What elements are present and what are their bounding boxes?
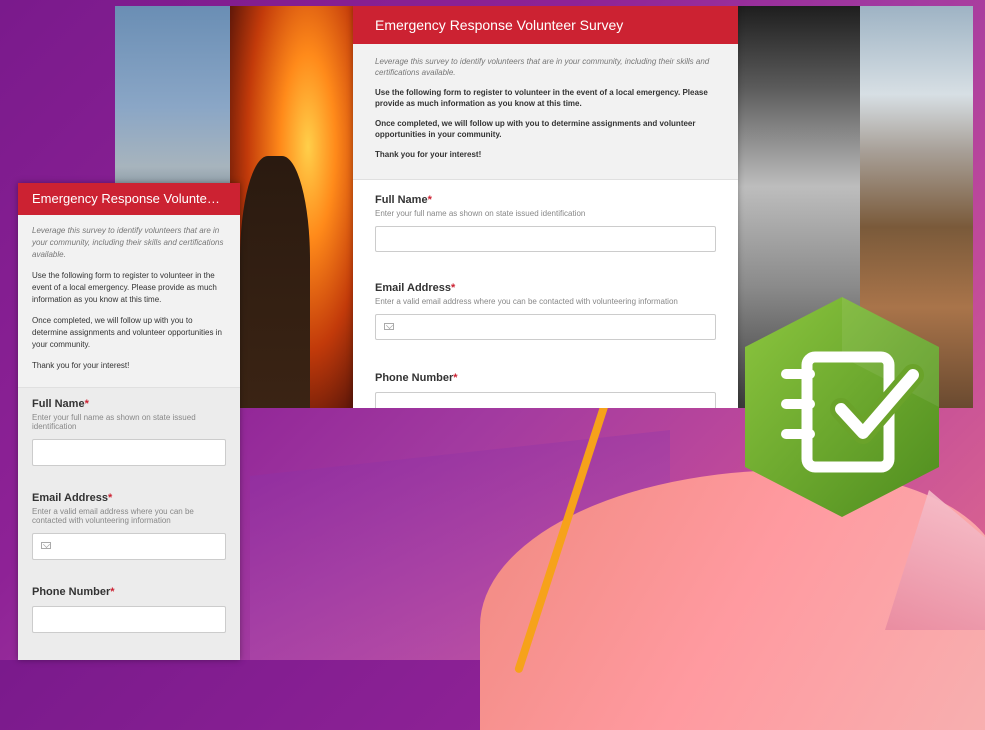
mail-icon (41, 542, 51, 549)
question-email-mobile: Email Address* Enter a valid email addre… (18, 474, 240, 568)
phone-input-mobile[interactable] (32, 606, 226, 633)
full-name-hint-mobile: Enter your full name as shown on state i… (32, 413, 196, 431)
intro-italic: Leverage this survey to identify volunte… (375, 57, 710, 77)
full-name-label: Full Name (375, 194, 428, 206)
mobile-screenshot: Emergency Response Volunteer Sur... Leve… (18, 183, 240, 660)
intro-text-1: Use the following form to register to vo… (375, 88, 708, 108)
email-label: Email Address (375, 282, 452, 294)
background-streak (513, 386, 615, 674)
phone-label-mobile: Phone Number (32, 586, 111, 598)
email-input-mobile[interactable] (32, 533, 226, 560)
survey-title-mobile: Emergency Response Volunteer Sur... (18, 183, 240, 215)
survey-intro: Leverage this survey to identify volunte… (353, 44, 738, 180)
question-phone-mobile: Phone Number* (18, 568, 240, 641)
intro-text-2: Once completed, we will follow up with y… (375, 119, 696, 139)
question-full-name-mobile: Full Name* Enter your full name as shown… (18, 388, 240, 474)
email-hint: Enter a valid email address where you ca… (375, 297, 678, 306)
required-marker: * (110, 586, 115, 598)
required-marker: * (108, 492, 113, 504)
question-full-name: Full Name* Enter your full name as shown… (353, 180, 738, 258)
question-phone: Phone Number* (353, 346, 738, 408)
email-input[interactable] (375, 314, 716, 340)
full-name-input-mobile[interactable] (32, 439, 226, 466)
full-name-input[interactable] (375, 226, 716, 252)
mail-icon (384, 323, 394, 330)
phone-input[interactable] (375, 392, 716, 408)
intro-text-1-mobile: Use the following form to register to vo… (32, 271, 217, 304)
intro-italic-mobile: Leverage this survey to identify volunte… (32, 226, 224, 259)
full-name-label-mobile: Full Name (32, 398, 85, 410)
survey-form: Emergency Response Volunteer Survey Leve… (353, 6, 738, 408)
survey123-logo-icon (745, 297, 939, 517)
background-shape (250, 430, 670, 660)
intro-text-3: Thank you for your interest! (375, 150, 482, 159)
required-marker: * (427, 194, 432, 206)
required-marker: * (453, 372, 458, 384)
email-label-mobile: Email Address (32, 492, 109, 504)
full-name-hint: Enter your full name as shown on state i… (375, 209, 586, 218)
intro-text-3-mobile: Thank you for your interest! (32, 361, 130, 370)
survey-title: Emergency Response Volunteer Survey (353, 6, 738, 44)
fire-photo (230, 6, 360, 408)
required-marker: * (84, 398, 89, 410)
phone-label: Phone Number (375, 372, 454, 384)
required-marker: * (451, 282, 456, 294)
intro-text-2-mobile: Once completed, we will follow up with y… (32, 316, 222, 349)
survey-intro-mobile: Leverage this survey to identify volunte… (18, 215, 240, 388)
email-hint-mobile: Enter a valid email address where you ca… (32, 507, 194, 525)
question-email: Email Address* Enter a valid email addre… (353, 258, 738, 346)
